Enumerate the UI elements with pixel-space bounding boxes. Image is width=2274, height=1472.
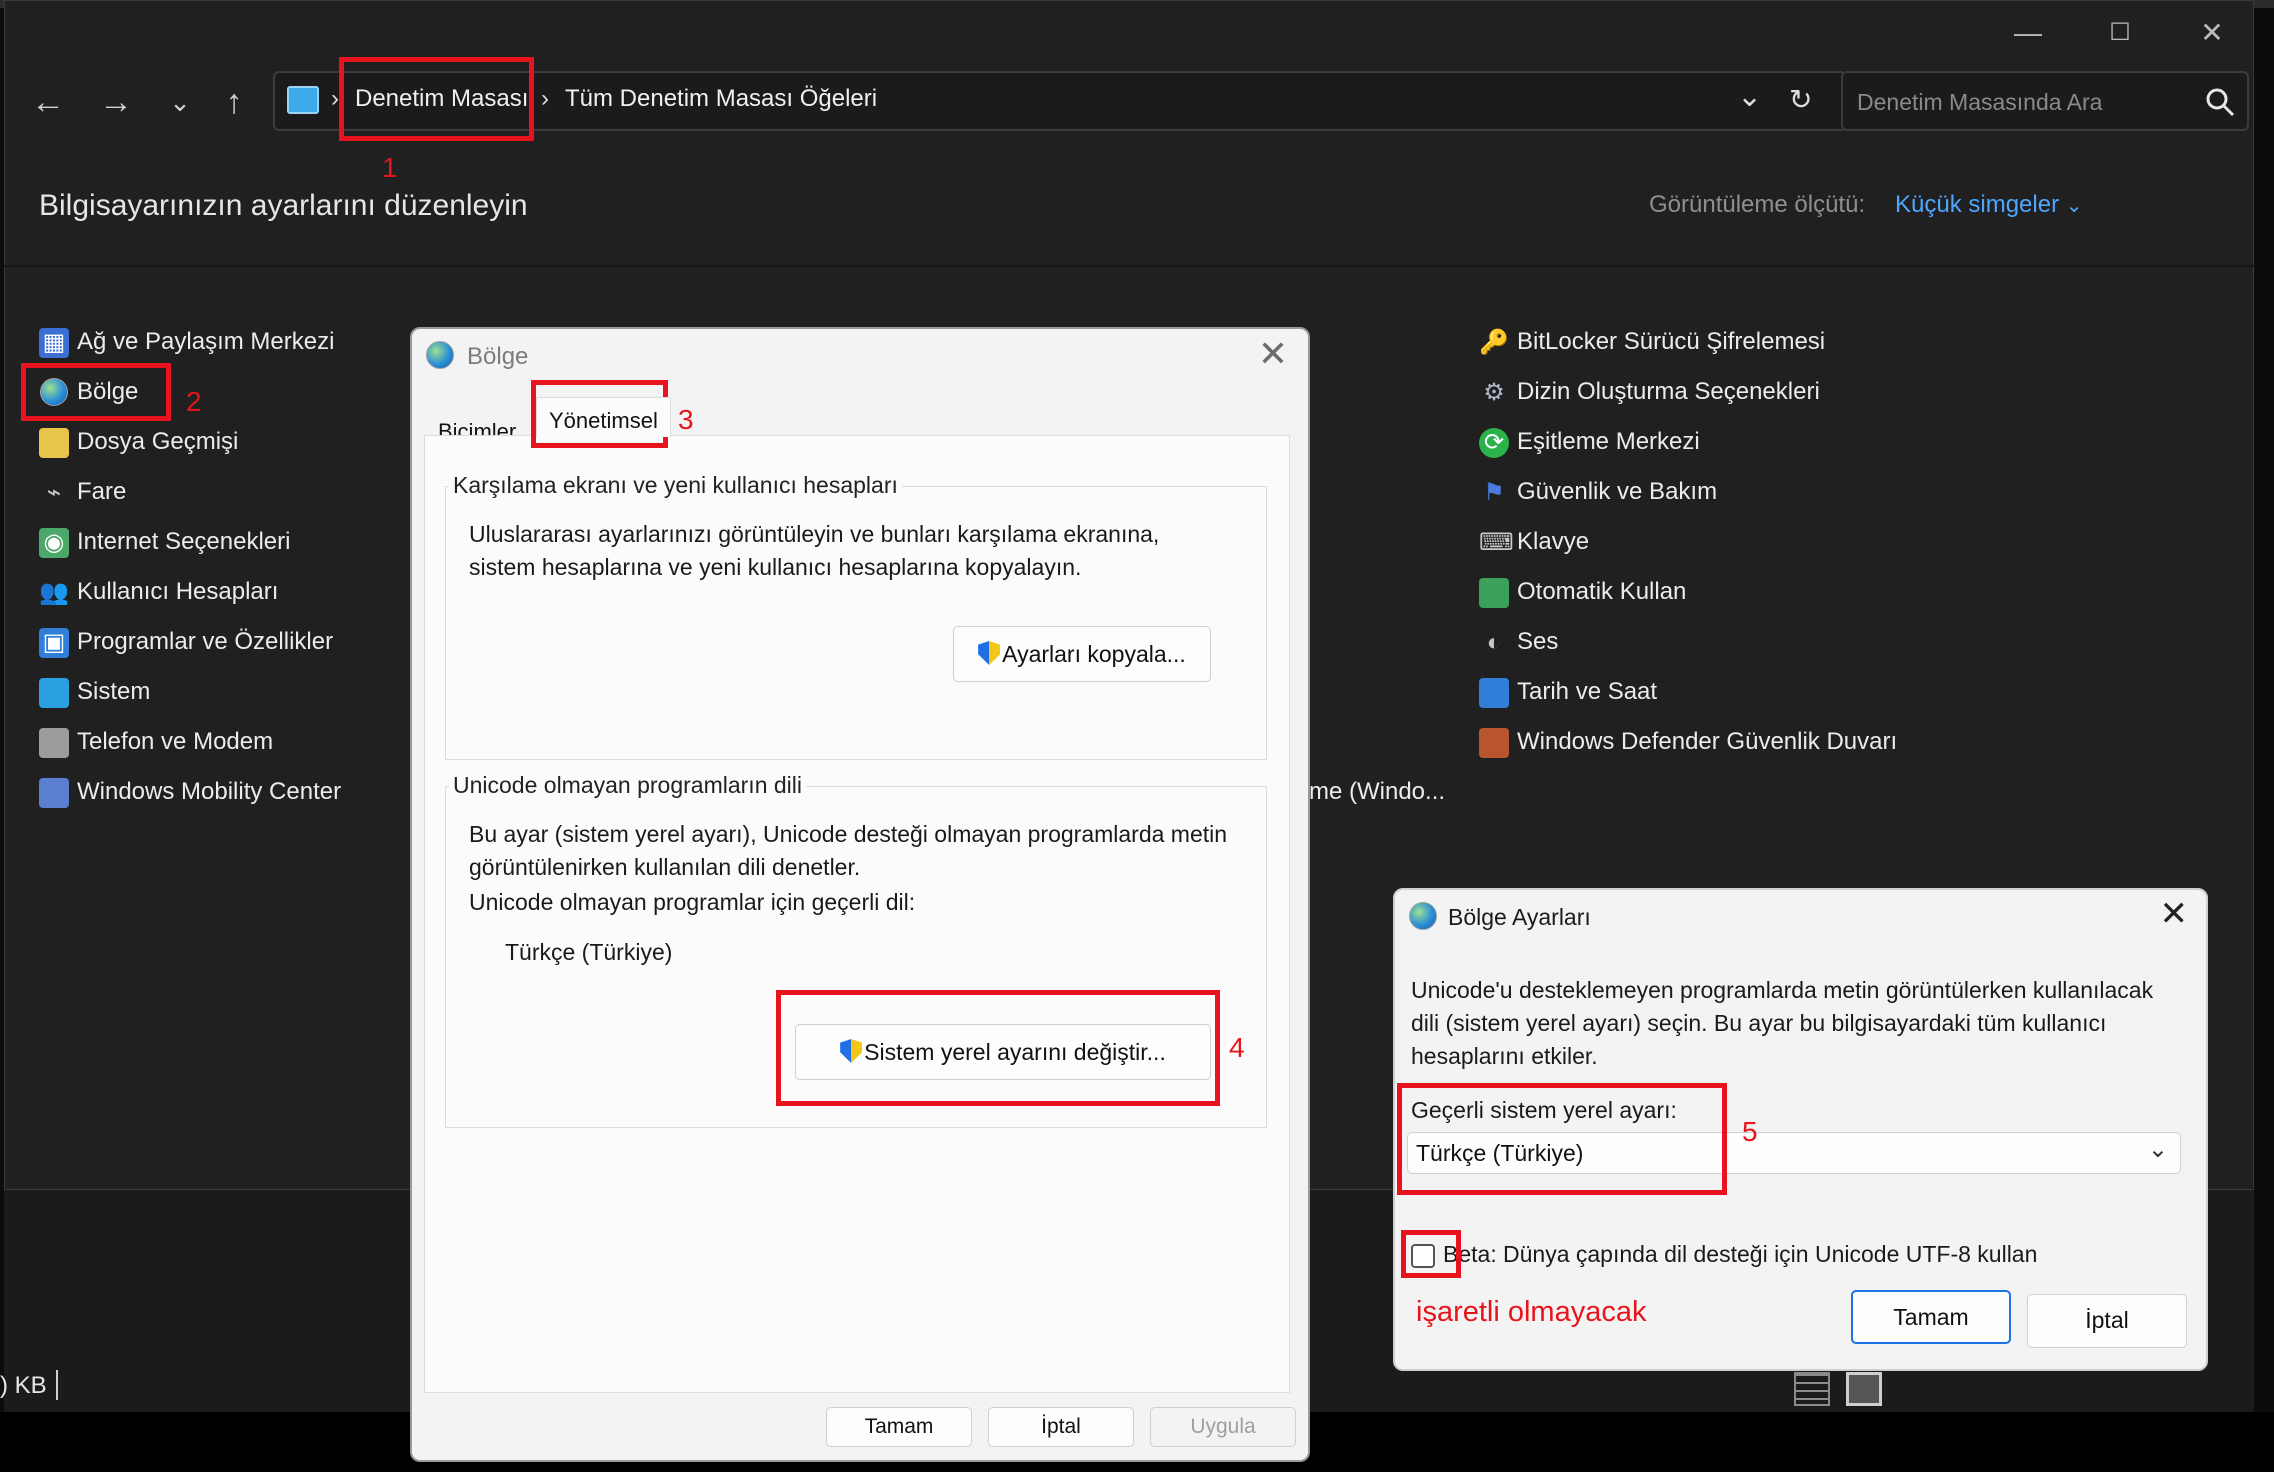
apply-button[interactable]: Uygula (1150, 1407, 1296, 1447)
status-size: ) KB (0, 1372, 47, 1399)
mobility-icon (39, 777, 69, 808)
item-fare[interactable]: ⌁ Fare (39, 472, 127, 512)
item-dosya-gecmisi[interactable]: Dosya Geçmişi (39, 422, 238, 462)
item-sistem[interactable]: Sistem (39, 672, 150, 712)
close-icon[interactable]: ✕ (1258, 333, 1288, 375)
item-telefon-modem[interactable]: Telefon ve Modem (39, 722, 273, 762)
maximize-button[interactable]: ☐ (2091, 13, 2149, 53)
minimize-button[interactable]: — (1999, 13, 2057, 53)
group-karsilama-label: Karşılama ekranı ve yeni kullanıcı hesap… (449, 472, 902, 499)
breadcrumb-separator: › (541, 85, 549, 112)
status-divider (56, 1370, 58, 1400)
bitlocker-icon: 🔑 (1479, 328, 1509, 356)
tab-panel: Karşılama ekranı ve yeni kullanıcı hesap… (424, 435, 1290, 1393)
close-button[interactable]: ✕ (2183, 13, 2241, 53)
breadcrumb-tum-ogeler[interactable]: Tüm Denetim Masası Öğeleri (565, 85, 877, 113)
annotation-box-1 (339, 57, 534, 141)
mouse-icon: ⌁ (46, 478, 62, 506)
current-language-value: Türkçe (Türkiye) (505, 939, 673, 965)
item-otomatik-kullan[interactable]: Otomatik Kullan (1479, 572, 1686, 612)
keyboard-icon: ⌨ (1479, 528, 1514, 556)
shield-icon (978, 641, 1001, 665)
item-esitleme-merkezi[interactable]: ⟳ Eşitleme Merkezi (1479, 422, 1700, 462)
annotation-number-2: 2 (186, 386, 202, 417)
item-tarih-saat[interactable]: Tarih ve Saat (1479, 672, 1657, 712)
users-icon: 👥 (39, 578, 69, 606)
annotation-box-5 (1397, 1083, 1727, 1195)
item-defender-guvenlik-duvari[interactable]: Windows Defender Güvenlik Duvarı (1479, 722, 1897, 762)
annotation-box-4 (776, 990, 1220, 1106)
file-history-icon (39, 427, 69, 458)
search-icon[interactable] (2205, 87, 2235, 117)
item-internet-secenekleri[interactable]: ◉ Internet Seçenekleri (39, 522, 290, 562)
annotation-box-2 (21, 363, 171, 421)
cancel-button[interactable]: İptal (988, 1407, 1134, 1447)
indexing-icon: ⚙ (1483, 378, 1505, 406)
view-by-dropdown[interactable]: Küçük simgeler ⌄ (1895, 191, 2083, 219)
dialog-title: Bölge (467, 343, 529, 370)
globe-icon (426, 341, 454, 374)
annotation-number-5: 5 (1742, 1116, 1758, 1147)
item-kullanici-hesaplari[interactable]: 👥 Kullanıcı Hesapları (39, 572, 278, 612)
firewall-icon (1479, 727, 1509, 758)
view-by-label: Görüntüleme ölçütü: (1649, 191, 1866, 218)
close-icon[interactable]: ✕ (2160, 894, 2189, 934)
annotation-box-beta (1401, 1230, 1461, 1278)
item-bitlocker[interactable]: 🔑 BitLocker Sürücü Şifrelemesi (1479, 322, 1825, 362)
back-icon[interactable]: ← (23, 79, 73, 125)
item-klavye[interactable]: ⌨ Klavye (1479, 522, 1589, 562)
programs-icon: ▣ (39, 627, 69, 658)
cancel-button[interactable]: İptal (2027, 1294, 2187, 1348)
bolge-dialog: Bölge ✕ Biçimler Yönetimsel Karşılama ek… (410, 327, 1310, 1462)
item-dizin-olusturma[interactable]: ⚙ Dizin Oluşturma Seçenekleri (1479, 372, 1820, 412)
control-panel-icon (287, 86, 319, 114)
item-ses[interactable]: ◐ Ses (1479, 622, 1559, 662)
group-unicode-text: Bu ayar (sistem yerel ayarı), Unicode de… (469, 821, 1228, 880)
item-guvenlik-bakim[interactable]: ⚑ Güvenlik ve Bakım (1479, 472, 1717, 512)
item-mobility-center[interactable]: Windows Mobility Center (39, 772, 341, 812)
chevron-down-icon: ⌄ (2147, 1136, 2168, 1163)
annotation-number-4: 4 (1229, 1032, 1245, 1063)
refresh-icon[interactable]: ↻ (1789, 83, 1812, 116)
large-icons-view-icon[interactable] (1846, 1372, 1882, 1406)
details-view-icon[interactable] (1794, 1372, 1830, 1406)
annotation-number-3: 3 (678, 404, 694, 435)
address-dropdown-icon[interactable]: ⌄ (1737, 79, 1762, 114)
item-programlar[interactable]: ▣ Programlar ve Özellikler (39, 622, 333, 662)
flag-icon: ⚑ (1483, 478, 1505, 506)
group-karsilama-text: Uluslararası ayarlarınızı görüntüleyin v… (469, 521, 1160, 580)
item-partial[interactable]: me (Windo... (1309, 772, 1445, 812)
ok-button[interactable]: Tamam (1851, 1290, 2011, 1344)
phone-icon (39, 727, 69, 758)
beta-text: Dünya çapında dil desteği için Unicode U… (1503, 1241, 2038, 1267)
forward-icon[interactable]: → (91, 79, 141, 125)
tab-yonetimsel[interactable]: Yönetimsel (536, 397, 671, 437)
annotation-number-1: 1 (382, 152, 398, 183)
network-icon: ▦ (39, 327, 69, 358)
recent-locations-icon[interactable]: ⌄ (155, 79, 205, 125)
page-title: Bilgisayarınızın ayarlarını düzenleyin (39, 189, 528, 222)
copy-settings-button[interactable]: Ayarları kopyala... (953, 626, 1211, 682)
current-language-label: Unicode olmayan programlar için geçerli … (469, 889, 916, 915)
dialog-description: Unicode'u desteklemeyen programlarda met… (1411, 977, 2154, 1069)
item-ag-ve-paylasim[interactable]: ▦ Ağ ve Paylaşım Merkezi (39, 322, 334, 362)
dialog-title: Bölge Ayarları (1448, 904, 1591, 930)
globe-icon (1409, 902, 1437, 935)
breadcrumb-separator: › (331, 85, 339, 112)
system-icon (39, 677, 69, 708)
search-input[interactable]: Denetim Masasında Ara (1857, 89, 2102, 116)
sound-icon: ◐ (1486, 628, 1502, 656)
clock-icon (1479, 677, 1509, 708)
ok-button[interactable]: Tamam (826, 1407, 972, 1447)
search-box[interactable]: Denetim Masasında Ara (1841, 71, 2249, 131)
annotation-note: işaretli olmayacak (1416, 1296, 1647, 1328)
up-icon[interactable]: ↑ (209, 79, 259, 125)
internet-options-icon: ◉ (39, 527, 69, 558)
header-divider (4, 265, 2254, 267)
group-unicode-label: Unicode olmayan programların dili (449, 772, 806, 799)
sync-icon: ⟳ (1479, 427, 1509, 458)
autoplay-icon (1479, 577, 1509, 608)
